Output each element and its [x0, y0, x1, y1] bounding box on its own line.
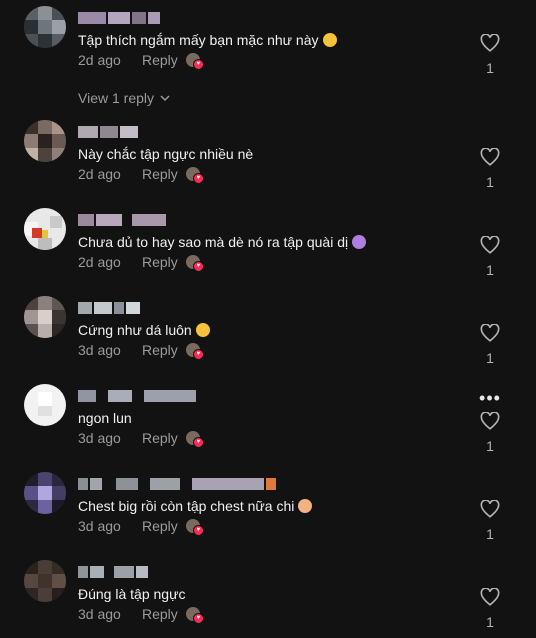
comment-age: 3d ago	[78, 518, 121, 534]
username-redacted[interactable]	[78, 214, 166, 226]
comment-meta: 3d ago Reply ♥	[78, 430, 204, 448]
view-replies-button[interactable]: View 1 reply	[78, 90, 170, 106]
grinning-emoji	[195, 323, 210, 337]
comment-meta: 3d ago Reply ♥	[78, 342, 204, 360]
avatar[interactable]	[24, 472, 66, 514]
like-count: 1	[486, 438, 494, 454]
avatar[interactable]	[24, 120, 66, 162]
comment-item: Tập thích ngắm mấy bạn mặc như này 2d ag…	[0, 4, 536, 106]
creator-liked-badge-icon: ♥	[185, 431, 204, 448]
comment-age: 2d ago	[78, 254, 121, 270]
heart-outline-icon[interactable]	[480, 412, 500, 430]
crying-emoji	[352, 235, 367, 249]
comment-item: Chest big rồi còn tập chest nữa chi 3d a…	[0, 470, 536, 550]
comment-age: 3d ago	[78, 342, 121, 358]
more-options-icon[interactable]: •••	[478, 389, 502, 407]
like-column: 1	[478, 412, 502, 454]
creator-liked-badge-icon: ♥	[185, 167, 204, 184]
comment-item: Đúng là tập ngực 3d ago Reply ♥ 1	[0, 558, 536, 638]
username-redacted[interactable]	[78, 126, 138, 138]
chevron-down-icon	[160, 95, 170, 102]
comment-text: Này chắc tập ngực nhiều nè	[78, 146, 254, 162]
avatar[interactable]	[24, 384, 66, 426]
reply-button[interactable]: Reply	[142, 430, 178, 446]
creator-liked-badge-icon: ♥	[185, 343, 204, 360]
comment-text: Tập thích ngắm mấy bạn mặc như này	[78, 32, 337, 48]
like-count: 1	[486, 350, 494, 366]
username-redacted[interactable]	[78, 566, 148, 578]
comment-age: 2d ago	[78, 166, 121, 182]
creator-liked-badge-icon: ♥	[185, 255, 204, 272]
heart-outline-icon[interactable]	[480, 324, 500, 342]
like-count: 1	[486, 614, 494, 630]
creator-liked-badge-icon: ♥	[185, 519, 204, 536]
like-count: 1	[486, 174, 494, 190]
comment-text: ngon lun	[78, 410, 132, 426]
flushed-emoji	[298, 499, 313, 513]
avatar[interactable]	[24, 208, 66, 250]
like-column: 1	[478, 324, 502, 366]
like-count: 1	[486, 60, 494, 76]
like-column: 1	[478, 500, 502, 542]
heart-outline-icon[interactable]	[480, 34, 500, 52]
comment-age: 3d ago	[78, 430, 121, 446]
reply-button[interactable]: Reply	[142, 342, 178, 358]
avatar[interactable]	[24, 6, 66, 48]
reply-button[interactable]: Reply	[142, 606, 178, 622]
like-column: 1	[478, 588, 502, 630]
username-redacted[interactable]	[78, 390, 196, 402]
reply-button[interactable]: Reply	[142, 254, 178, 270]
heart-outline-icon[interactable]	[480, 148, 500, 166]
comment-item: Cứng như dá luôn 3d ago Reply ♥ 1	[0, 294, 536, 374]
reply-button[interactable]: Reply	[142, 518, 178, 534]
heart-outline-icon[interactable]	[480, 236, 500, 254]
avatar[interactable]	[24, 560, 66, 602]
reply-button[interactable]: Reply	[142, 166, 178, 182]
like-column: 1	[478, 236, 502, 278]
comment-text: Chưa dủ to hay sao mà dè nó ra tập quài …	[78, 234, 367, 250]
comment-age: 2d ago	[78, 52, 121, 68]
comment-meta: 2d ago Reply ♥	[78, 52, 204, 70]
heart-outline-icon[interactable]	[480, 588, 500, 606]
reply-button[interactable]: Reply	[142, 52, 178, 68]
heart-outline-icon[interactable]	[480, 500, 500, 518]
like-count: 1	[486, 262, 494, 278]
comment-text: Chest big rồi còn tập chest nữa chi	[78, 498, 313, 514]
creator-liked-badge-icon: ♥	[185, 53, 204, 70]
comment-meta: 2d ago Reply ♥	[78, 166, 204, 184]
rolling-laughing-emoji	[322, 33, 337, 47]
comment-item: Này chắc tập ngực nhiều nè 2d ago Reply …	[0, 118, 536, 198]
creator-liked-badge-icon: ♥	[185, 607, 204, 624]
comment-meta: 2d ago Reply ♥	[78, 254, 204, 272]
avatar[interactable]	[24, 296, 66, 338]
comment-item: ngon lun 3d ago Reply ♥ ••• 1	[0, 382, 536, 462]
view-replies-label: View 1 reply	[78, 90, 155, 106]
comment-meta: 3d ago Reply ♥	[78, 606, 204, 624]
comment-text: Đúng là tập ngực	[78, 586, 186, 602]
comment-text: Cứng như dá luôn	[78, 322, 210, 338]
username-redacted[interactable]	[78, 478, 276, 490]
like-column: 1	[478, 148, 502, 190]
comment-meta: 3d ago Reply ♥	[78, 518, 204, 536]
comment-age: 3d ago	[78, 606, 121, 622]
username-redacted[interactable]	[78, 12, 160, 24]
comment-item: Chưa dủ to hay sao mà dè nó ra tập quài …	[0, 206, 536, 286]
username-redacted[interactable]	[78, 302, 140, 314]
like-count: 1	[486, 526, 494, 542]
like-column: 1	[478, 34, 502, 76]
